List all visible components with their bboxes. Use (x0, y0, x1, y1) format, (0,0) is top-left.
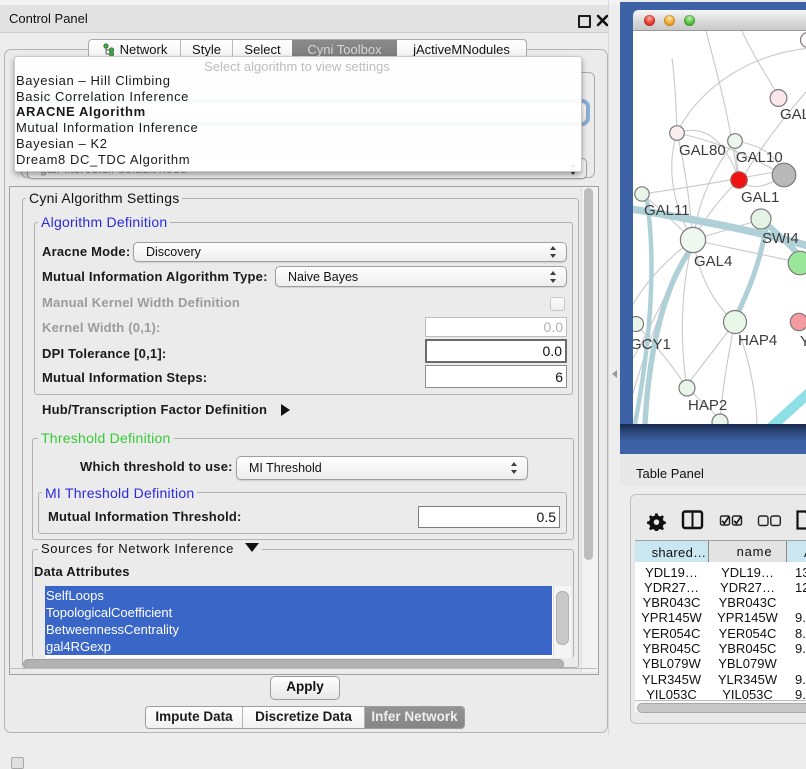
svg-text:HAP4: HAP4 (738, 332, 777, 349)
svg-text:GAL4: GAL4 (694, 253, 732, 270)
svg-text:GCY1: GCY1 (633, 336, 671, 353)
svg-text:GAL1: GAL1 (741, 189, 779, 206)
svg-text:HAP2: HAP2 (688, 397, 727, 414)
svg-text:SWI4: SWI4 (762, 230, 799, 247)
svg-text:Y: Y (800, 333, 806, 350)
svg-text:GAL10: GAL10 (736, 149, 783, 166)
svg-text:GAL80: GAL80 (679, 142, 726, 159)
svg-text:GAL2: GAL2 (780, 106, 806, 123)
svg-text:GAL11: GAL11 (644, 202, 690, 219)
